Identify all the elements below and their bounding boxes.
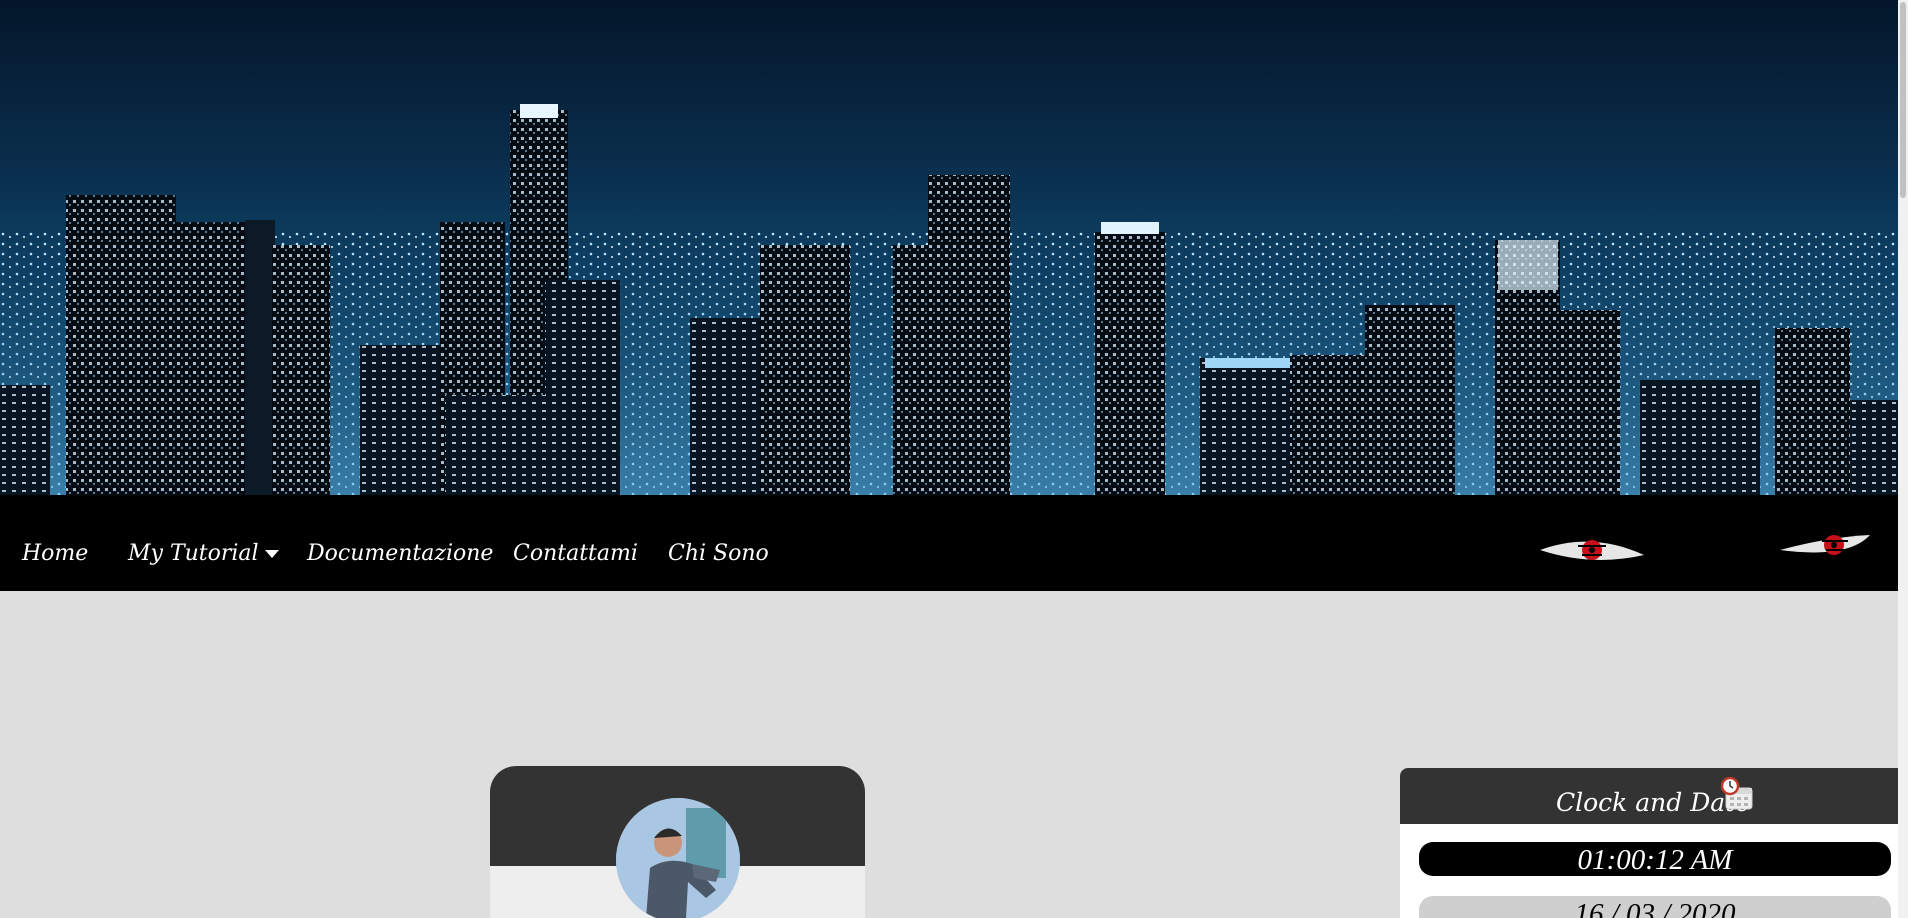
clock-widget-header: Clock and Date (1400, 768, 1898, 824)
nav-home-link[interactable]: Home (22, 541, 88, 566)
page-scrollbar[interactable] (1898, 0, 1908, 918)
clock-date-display: 16 / 03 / 2020 (1419, 896, 1891, 918)
clock-time-display: 01:00:12 AM (1419, 842, 1891, 876)
avatar (616, 798, 740, 918)
scrollbar-thumb[interactable] (1900, 2, 1906, 198)
nav-contattami-link[interactable]: Contattami (513, 541, 638, 566)
nav-documentazione-link[interactable]: Documentazione (307, 541, 493, 566)
hero-banner (0, 0, 1898, 495)
calendar-clock-icon (1720, 777, 1753, 810)
nav-my-tutorial-label: My Tutorial (128, 541, 259, 566)
nav-my-tutorial-dropdown[interactable]: My Tutorial (128, 541, 279, 566)
sharingan-eye-icon (1780, 535, 1870, 555)
clock-date-widget: Clock and Date 01:00:12 AM 16 / 03 / 202… (1400, 768, 1898, 918)
profile-card (490, 766, 865, 918)
main-navbar: Home My Tutorial Documentazione Contatta… (0, 495, 1898, 591)
caret-down-icon (264, 550, 279, 558)
sharingan-eye-icon (1540, 540, 1644, 560)
city-skyline-image (0, 104, 1898, 495)
nav-chi-sono-link[interactable]: Chi Sono (668, 541, 769, 566)
